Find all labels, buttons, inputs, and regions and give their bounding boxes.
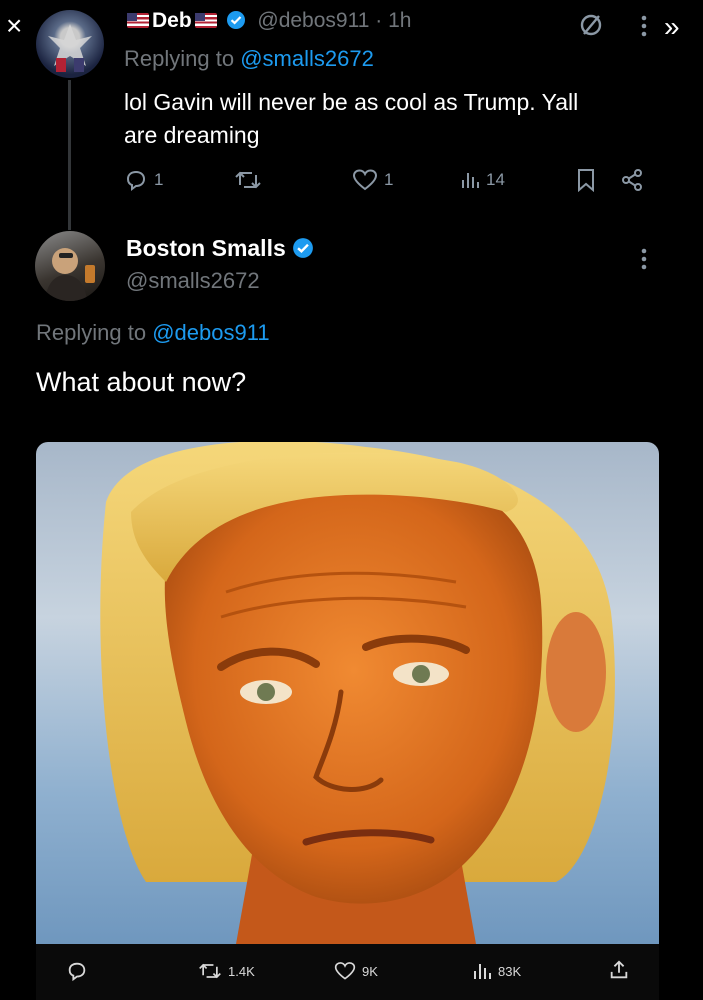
views-count: 14 bbox=[486, 170, 505, 189]
avatar[interactable] bbox=[35, 231, 105, 301]
avatar[interactable] bbox=[36, 10, 104, 78]
replying-handle-link[interactable]: @debos911 bbox=[152, 320, 269, 345]
display-name: Boston Smalls bbox=[126, 235, 286, 261]
verified-badge-icon bbox=[226, 10, 246, 30]
verified-badge-icon bbox=[292, 237, 314, 259]
tweet-image[interactable] bbox=[36, 442, 659, 944]
reply-button[interactable]: 1 bbox=[124, 168, 163, 192]
tweet-text: What about now? bbox=[36, 367, 247, 397]
share-upload-icon bbox=[608, 959, 630, 981]
like-button[interactable]: 9K bbox=[334, 960, 378, 982]
like-count: 9K bbox=[362, 963, 378, 979]
views-count: 83K bbox=[498, 963, 522, 979]
retweet-icon bbox=[234, 168, 262, 192]
author-name[interactable]: Boston Smalls bbox=[126, 235, 314, 262]
replying-handle-link[interactable]: @smalls2672 bbox=[240, 46, 374, 71]
share-icon bbox=[620, 168, 644, 192]
replying-prefix: Replying to bbox=[36, 320, 147, 345]
reply-icon bbox=[66, 960, 88, 982]
like-button[interactable]: 1 bbox=[352, 168, 393, 192]
timestamp: 1h bbox=[388, 9, 412, 32]
reply-tweet: Deb @debos911 · 1h Replying to @smalls26… bbox=[0, 0, 703, 215]
handle[interactable]: @smalls2672 bbox=[126, 268, 260, 294]
eagle-avatar-icon bbox=[48, 24, 92, 72]
us-flag-icon bbox=[194, 13, 217, 28]
grok-icon[interactable] bbox=[578, 12, 604, 38]
more-options-icon[interactable] bbox=[640, 247, 648, 271]
person-avatar-icon bbox=[45, 248, 95, 301]
display-name[interactable]: Deb bbox=[152, 9, 192, 32]
replying-prefix: Replying to bbox=[124, 46, 235, 71]
tweet-text-line: lol Gavin will never be as cool as Trump… bbox=[124, 89, 579, 115]
reply-button[interactable] bbox=[66, 960, 88, 982]
views-button[interactable]: 14 bbox=[460, 170, 505, 190]
views-chart-icon bbox=[472, 961, 492, 981]
handle[interactable]: @debos911 bbox=[257, 9, 369, 32]
retweet-icon bbox=[198, 960, 222, 982]
views-button[interactable]: 83K bbox=[472, 961, 521, 981]
portrait-illustration-icon bbox=[100, 442, 615, 944]
retweet-count: 1.4K bbox=[228, 963, 255, 979]
replying-to: Replying to @debos911 bbox=[36, 320, 270, 346]
separator: · bbox=[375, 9, 383, 32]
more-options-icon[interactable] bbox=[640, 14, 648, 38]
us-flag-icon bbox=[127, 13, 149, 28]
share-button[interactable] bbox=[620, 168, 644, 192]
like-count: 1 bbox=[384, 170, 394, 189]
tweet-header: Deb @debos911 · 1h bbox=[124, 9, 411, 33]
replying-to: Replying to @smalls2672 bbox=[124, 46, 374, 72]
heart-icon bbox=[334, 960, 356, 982]
bookmark-button[interactable] bbox=[576, 168, 596, 192]
tweet-text: lol Gavin will never be as cool as Trump… bbox=[124, 86, 578, 152]
heart-icon bbox=[352, 168, 378, 192]
retweet-button[interactable] bbox=[234, 168, 262, 192]
bookmark-icon bbox=[576, 168, 596, 192]
reply-icon bbox=[124, 168, 148, 192]
retweet-button[interactable]: 1.4K bbox=[198, 960, 255, 982]
share-button[interactable] bbox=[608, 959, 630, 981]
bottom-action-bar: 1.4K 9K 83K bbox=[36, 944, 659, 1000]
reply-count: 1 bbox=[154, 170, 164, 189]
views-chart-icon bbox=[460, 170, 480, 190]
main-tweet: Boston Smalls @smalls2672 Replying to @d… bbox=[0, 225, 703, 1000]
tweet-text-line: are dreaming bbox=[124, 122, 260, 148]
